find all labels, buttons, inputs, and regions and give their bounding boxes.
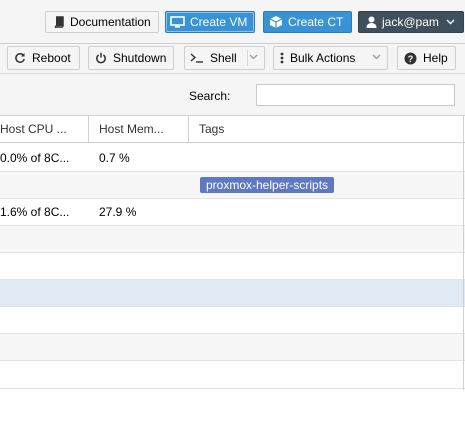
user-icon	[366, 16, 377, 28]
power-icon	[95, 52, 107, 64]
column-header-host-memory[interactable]: Host Mem...	[99, 116, 184, 142]
user-label: jack@pam	[382, 15, 439, 29]
documentation-label: Documentation	[70, 15, 151, 29]
shutdown-label: Shutdown	[113, 51, 167, 65]
column-divider[interactable]	[188, 116, 189, 142]
host-memory-cell: 27.9 %	[99, 205, 137, 219]
action-toolbar: Reboot Shutdown Shell Bulk Actions ? Hel…	[0, 44, 465, 74]
table-row[interactable]: proxmox-helper-scripts	[0, 172, 465, 199]
table-row[interactable]	[0, 226, 465, 253]
shell-button[interactable]: Shell	[184, 46, 265, 70]
cube-icon	[269, 15, 283, 29]
table-row[interactable]	[0, 307, 465, 334]
create-vm-label: Create VM	[190, 15, 248, 29]
column-divider[interactable]	[88, 116, 89, 142]
reboot-button[interactable]: Reboot	[7, 46, 80, 70]
column-header-tags[interactable]: Tags	[199, 116, 439, 142]
chevron-down-icon	[446, 19, 455, 25]
shutdown-button[interactable]: Shutdown	[88, 46, 174, 70]
documentation-button[interactable]: Documentation	[45, 11, 159, 33]
bulk-actions-button[interactable]: Bulk Actions	[273, 46, 388, 70]
table-row[interactable]	[0, 334, 465, 361]
svg-text:?: ?	[408, 54, 414, 64]
host-cpu-cell: 0.0% of 8C...	[0, 151, 70, 165]
tag-badge[interactable]: proxmox-helper-scripts	[200, 177, 335, 193]
column-header-host-cpu[interactable]: Host CPU ...	[0, 116, 84, 142]
host-memory-cell: 0.7 %	[99, 151, 130, 165]
create-ct-label: Create CT	[288, 15, 344, 29]
help-button[interactable]: ? Help	[397, 46, 456, 70]
table-row[interactable]: 1.6% of 8C... 27.9 %	[0, 199, 465, 226]
table-row[interactable]	[0, 253, 465, 280]
table-row-selected[interactable]	[0, 280, 465, 307]
create-vm-button[interactable]: Create VM	[165, 11, 255, 33]
help-label: Help	[423, 51, 448, 65]
user-menu-button[interactable]: jack@pam	[358, 11, 464, 33]
split-divider	[247, 50, 248, 66]
top-bar: Documentation Create VM Create CT jack@p…	[0, 0, 465, 44]
host-cpu-cell: 1.6% of 8C...	[0, 205, 70, 219]
refresh-icon	[14, 52, 26, 64]
table-row[interactable]	[0, 361, 465, 389]
table-header: Host CPU ... Host Mem... Tags	[0, 116, 465, 143]
question-circle-icon: ?	[404, 52, 417, 65]
ellipsis-vertical-icon	[280, 52, 284, 64]
table-row[interactable]: 0.0% of 8C... 0.7 %	[0, 143, 465, 172]
reboot-label: Reboot	[32, 51, 71, 65]
search-bar: Search:	[0, 74, 465, 116]
bulk-actions-label: Bulk Actions	[290, 51, 356, 65]
terminal-icon	[190, 53, 204, 63]
chevron-down-icon	[372, 54, 381, 60]
create-ct-button[interactable]: Create CT	[263, 11, 352, 33]
grid-right-border	[463, 116, 464, 390]
book-icon	[54, 16, 65, 28]
search-label: Search:	[189, 89, 231, 103]
shell-label: Shell	[210, 51, 237, 65]
search-input[interactable]	[256, 84, 455, 106]
chevron-down-icon[interactable]	[249, 54, 258, 60]
desktop-icon	[170, 16, 185, 28]
